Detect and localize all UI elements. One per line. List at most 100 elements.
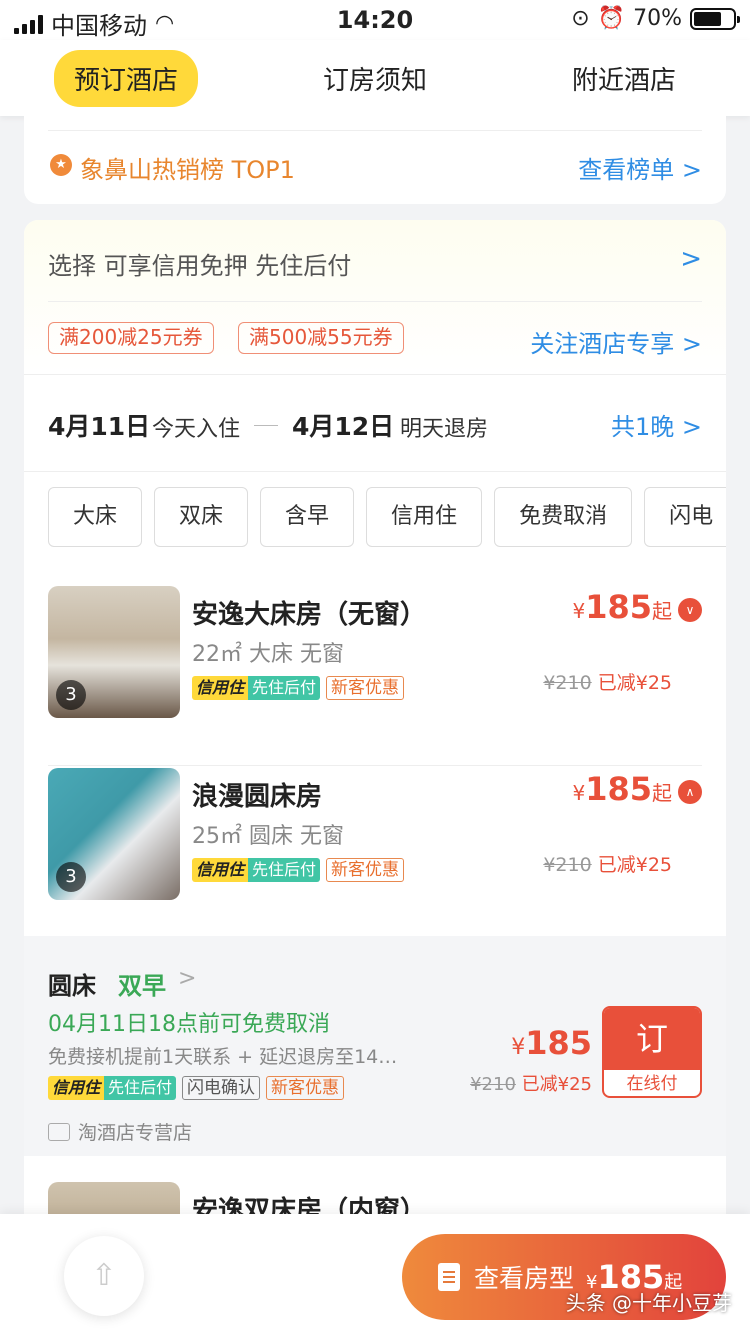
- credit-badge: 信用住 先住后付: [48, 1076, 177, 1100]
- plan-description: 免费接机提前1天联系 + 延迟退房至14…: [48, 1046, 398, 1068]
- watermark: 头条 @十年小豆芽: [565, 1291, 732, 1315]
- rotation-lock-icon: ⊙: [571, 6, 590, 31]
- room-item[interactable]: 3 浪漫圆床房 25㎡ 圆床 无窗 信用住 先住后付 新客优惠 ¥185起 ∧ ¥…: [48, 768, 702, 948]
- expand-icon[interactable]: ∨: [678, 598, 702, 622]
- coupon-200[interactable]: 满200减25元券: [48, 322, 214, 354]
- pay-later-label: 先住后付: [248, 858, 321, 882]
- room-badges: 信用住 先住后付 新客优惠: [192, 858, 405, 882]
- ranking-card: ★ 象鼻山热销榜 TOP1 查看榜单 >: [24, 116, 726, 204]
- instant-confirm-badge: 闪电确认: [182, 1076, 261, 1100]
- filter-instant-confirm[interactable]: 闪电: [644, 487, 726, 547]
- credit-badge: 信用住 先住后付: [192, 676, 321, 700]
- photo-count: 3: [56, 680, 86, 710]
- saved-amount: 已减¥25: [597, 672, 672, 694]
- checkin-date: 4月11日: [48, 412, 151, 441]
- collapse-icon[interactable]: ∧: [678, 780, 702, 804]
- price-value: 185: [585, 770, 652, 808]
- room-photo[interactable]: 3: [48, 586, 180, 718]
- price-suffix: 起: [652, 781, 672, 805]
- room-price: ¥185起: [572, 770, 672, 808]
- coupon-500[interactable]: 满500减55元券: [238, 322, 404, 354]
- new-customer-badge: 新客优惠: [266, 1076, 345, 1100]
- room-info: 22㎡ 大床 无窗: [192, 642, 344, 667]
- price-suffix: 起: [652, 599, 672, 623]
- new-customer-badge: 新客优惠: [326, 676, 405, 700]
- room-item[interactable]: 3 安逸大床房（无窗） 22㎡ 大床 无窗 信用住 先住后付 新客优惠 ¥185起…: [48, 586, 702, 766]
- main-card: 选择 可享信用免押 先住后付 > 满200减25元券 满500减55元券 关注酒…: [24, 220, 726, 1220]
- date-selector[interactable]: 4月11日 今天入住 4月12日 明天退房 共1晚 >: [24, 374, 726, 472]
- credit-badge-label: 信用住: [192, 858, 249, 882]
- currency-symbol: ¥: [572, 781, 586, 805]
- battery-percent: 70%: [633, 6, 682, 31]
- strike-price: ¥210: [543, 672, 592, 694]
- document-icon: [438, 1263, 460, 1291]
- tab-booking-notes[interactable]: 订房须知: [303, 50, 447, 107]
- pay-later-label: 先住后付: [104, 1076, 177, 1100]
- filter-twin-bed[interactable]: 双床: [154, 487, 249, 547]
- credit-badge: 信用住 先住后付: [192, 858, 321, 882]
- chevron-right-icon: >: [680, 244, 702, 274]
- room-info: 25㎡ 圆床 无窗: [192, 824, 344, 849]
- room-name: 安逸大床房（无窗）: [192, 600, 427, 630]
- rate-plan[interactable]: 圆床 双早 > 04月11日18点前可免费取消 免费接机提前1天联系 + 延迟退…: [24, 936, 726, 1156]
- store-name: 淘酒店专营店: [78, 1122, 193, 1144]
- top-tabs: 预订酒店 订房须知 附近酒店: [0, 40, 750, 116]
- filter-credit-stay[interactable]: 信用住: [366, 487, 483, 547]
- room-name: 浪漫圆床房: [192, 782, 323, 812]
- currency-symbol: ¥: [572, 599, 586, 623]
- book-button[interactable]: 订 在线付: [602, 1006, 702, 1098]
- original-price: ¥210 已减¥25: [543, 668, 672, 695]
- credit-badge-label: 信用住: [192, 676, 249, 700]
- room-photo[interactable]: 3: [48, 768, 180, 900]
- pay-online-label: 在线付: [626, 1074, 678, 1094]
- view-rooms-label: 查看房型: [474, 1264, 575, 1293]
- price-value: 185: [585, 588, 652, 626]
- room-badges: 信用住 先住后付 新客优惠: [192, 676, 405, 700]
- nights-count: 共1晚 >: [610, 413, 702, 441]
- pay-later-label: 先住后付: [248, 676, 321, 700]
- original-price: ¥210 已减¥25: [543, 850, 672, 877]
- room-price: ¥185起: [572, 588, 672, 626]
- date-divider: [254, 425, 278, 426]
- book-label: 订: [604, 1008, 700, 1070]
- plan-original-price: ¥210 已减¥25: [470, 1070, 592, 1096]
- tab-nearby-hotels[interactable]: 附近酒店: [552, 50, 696, 107]
- status-right: ⊙ ⏰ 70%: [571, 6, 740, 31]
- medal-icon: ★: [50, 154, 72, 176]
- filter-breakfast[interactable]: 含早: [260, 487, 355, 547]
- store-icon: [48, 1122, 70, 1141]
- plan-badges: 信用住 先住后付 闪电确认 新客优惠: [48, 1076, 345, 1100]
- filter-king-bed[interactable]: 大床: [48, 487, 143, 547]
- currency-symbol: ¥: [511, 1035, 526, 1060]
- free-cancel-text: 04月11日18点前可免费取消: [48, 1012, 330, 1037]
- credit-perk-text: 选择 可享信用免押 先住后付: [48, 252, 352, 280]
- strike-price: ¥210: [470, 1074, 516, 1095]
- ranking-text: 象鼻山热销榜 TOP1: [80, 156, 295, 184]
- alarm-icon: ⏰: [597, 6, 626, 31]
- battery-icon: [690, 7, 740, 30]
- credit-perk-row[interactable]: 选择 可享信用免押 先住后付 >: [48, 220, 702, 302]
- price-value: 185: [525, 1024, 592, 1062]
- bottom-bar: ⇧ 查看房型 ¥185起 头条 @十年小豆芽: [0, 1214, 750, 1334]
- saved-amount: 已减¥25: [597, 854, 672, 876]
- follow-hotel-link[interactable]: 关注酒店专享 >: [530, 324, 702, 359]
- checkout-date: 4月12日: [292, 412, 395, 441]
- plan-breakfast: 双早: [118, 972, 166, 1000]
- new-customer-badge: 新客优惠: [326, 858, 405, 882]
- rocket-icon[interactable]: ⇧: [64, 1236, 144, 1316]
- tab-book-hotel[interactable]: 预订酒店: [54, 49, 199, 107]
- view-ranking-link[interactable]: 查看榜单 >: [578, 150, 702, 185]
- photo-count: 3: [56, 862, 86, 892]
- divider: [48, 130, 702, 131]
- status-bar: 中国移动 ◠ 14:20 ⊙ ⏰ 70%: [0, 0, 750, 40]
- store-label: 淘酒店专营店: [48, 1118, 192, 1145]
- plan-bed-type: 圆床: [48, 972, 96, 1000]
- perk-section: 选择 可享信用免押 先住后付 > 满200减25元券 满500减55元券 关注酒…: [24, 220, 726, 372]
- credit-badge-label: 信用住: [48, 1076, 105, 1100]
- plan-price: ¥185: [511, 1024, 592, 1062]
- filter-free-cancel[interactable]: 免费取消: [494, 487, 633, 547]
- strike-price: ¥210: [543, 854, 592, 876]
- checkout-label: 明天退房: [400, 417, 489, 442]
- chevron-right-icon: >: [178, 966, 197, 991]
- filter-chips: 大床 双床 含早 信用住 免费取消 闪电: [48, 487, 726, 549]
